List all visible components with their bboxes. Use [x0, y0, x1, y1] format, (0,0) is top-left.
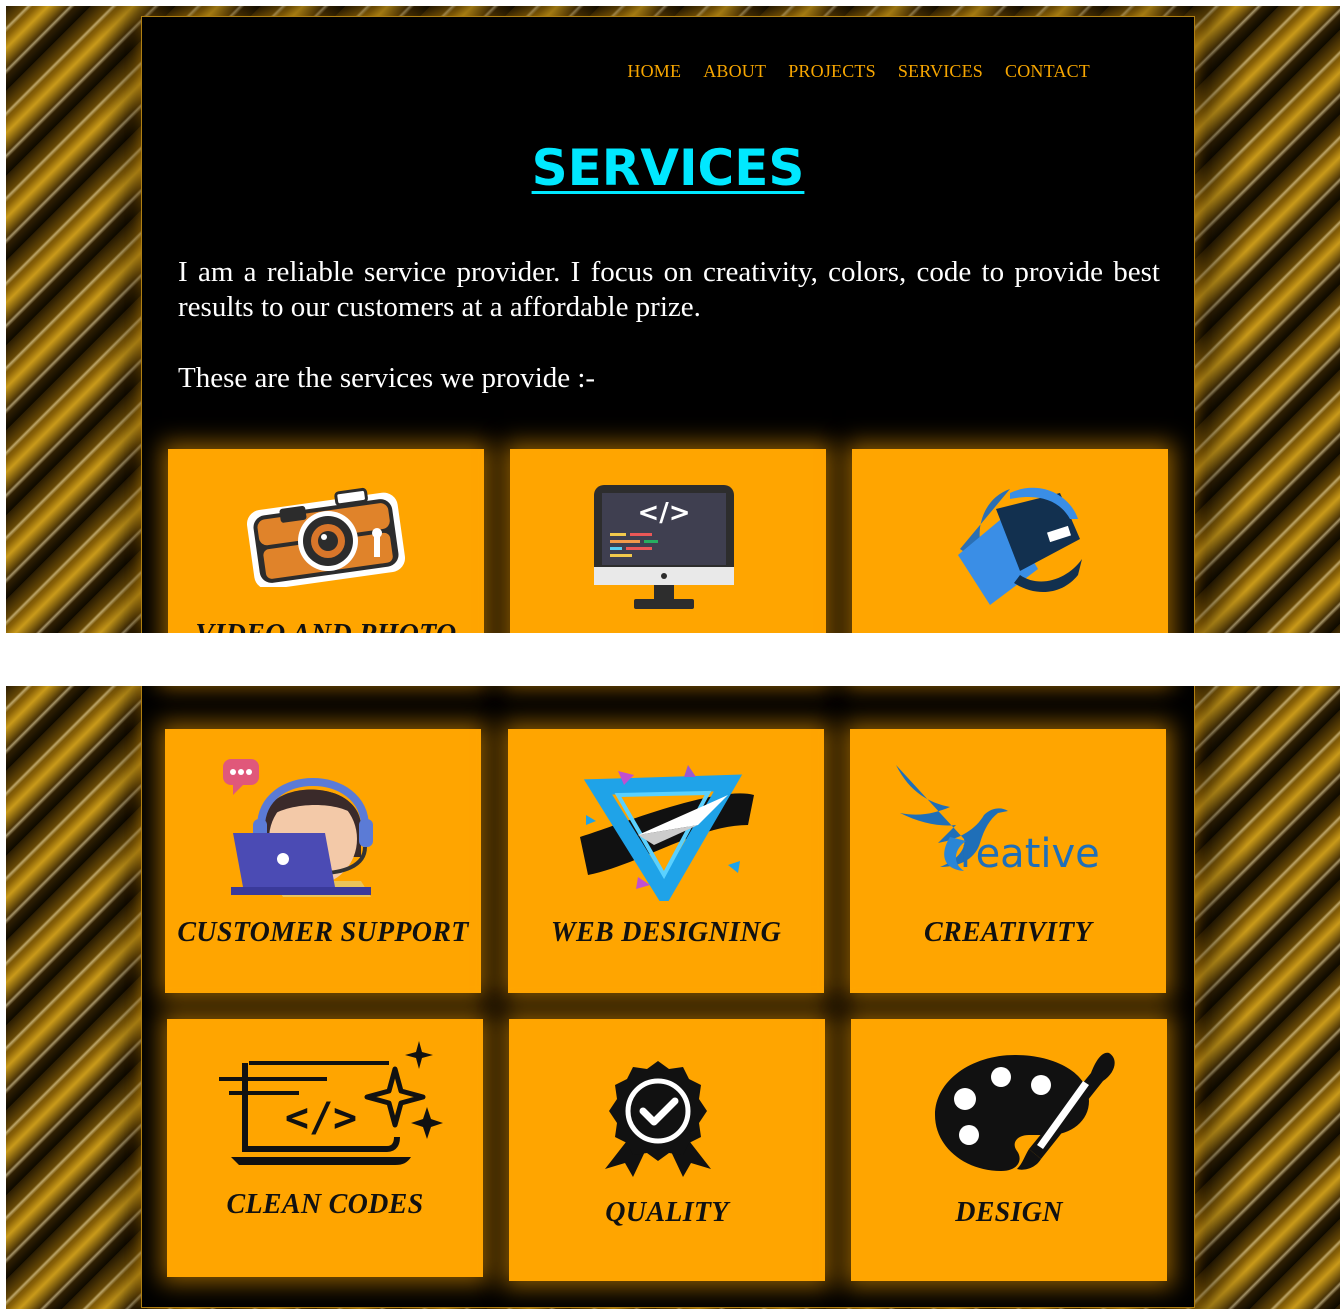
service-card-coding[interactable]: </> — [510, 449, 826, 633]
service-label: DESIGN — [955, 1197, 1063, 1228]
support-agent-icon — [223, 759, 373, 897]
page-title: SERVICES — [531, 139, 805, 197]
palette-icon — [935, 1052, 1115, 1171]
nav-contact-link[interactable]: CONTACT — [1005, 61, 1090, 82]
svg-text:reative: reative — [960, 831, 1100, 877]
service-card-payments[interactable] — [852, 449, 1168, 633]
screenshot-bottom: CUSTOMER SUPPORT WEB DESIGNING reative C… — [6, 686, 1340, 1309]
intro-paragraph: I am a reliable service provider. I focu… — [178, 256, 1160, 323]
web-design-triangle-icon — [580, 765, 754, 901]
service-label: VIDEO AND PHOTO — [168, 619, 484, 633]
service-card-web-designing[interactable]: WEB DESIGNING — [508, 729, 824, 993]
screenshot-top: HOME ABOUT PROJECTS SERVICES CONTACT SER… — [6, 6, 1340, 633]
svg-text:</>: </> — [637, 498, 690, 528]
code-monitor-icon: </> — [594, 485, 734, 609]
nav-home-link[interactable]: HOME — [627, 61, 681, 82]
camera-icon — [246, 487, 406, 587]
service-card-customer-support[interactable]: CUSTOMER SUPPORT — [165, 729, 481, 993]
service-card-video-photo[interactable]: VIDEO AND PHOTO — [168, 449, 484, 633]
nav-projects-link[interactable]: PROJECTS — [788, 61, 876, 82]
nav-services-link[interactable]: SERVICES — [898, 61, 983, 82]
services-list-intro: These are the services we provide :- — [178, 362, 596, 394]
service-label: WEB DESIGNING — [550, 917, 782, 948]
content-panel: HOME ABOUT PROJECTS SERVICES CONTACT SER… — [141, 16, 1195, 633]
service-label: CREATIVITY — [924, 917, 1092, 948]
creative-bird-logo: reative — [896, 765, 1100, 877]
service-card-quality[interactable]: QUALITY — [509, 1019, 825, 1281]
top-nav: HOME ABOUT PROJECTS SERVICES CONTACT — [627, 61, 1090, 82]
wallet-icon — [958, 487, 1082, 605]
service-card-creativity[interactable]: reative CREATIVITY — [850, 729, 1166, 993]
quality-badge-icon — [605, 1061, 711, 1177]
service-label: CLEAN CODES — [226, 1189, 424, 1220]
content-panel: CUSTOMER SUPPORT WEB DESIGNING reative C… — [141, 686, 1195, 1308]
svg-text:</>: </> — [285, 1095, 357, 1141]
nav-about-link[interactable]: ABOUT — [703, 61, 766, 82]
service-card-design[interactable]: DESIGN — [851, 1019, 1167, 1281]
service-label: QUALITY — [605, 1197, 729, 1228]
service-label: CUSTOMER SUPPORT — [177, 917, 469, 948]
clean-code-sparkle-icon: </> — [219, 1041, 443, 1165]
service-card-clean-codes[interactable]: </> CLEAN CODES — [167, 1019, 483, 1277]
